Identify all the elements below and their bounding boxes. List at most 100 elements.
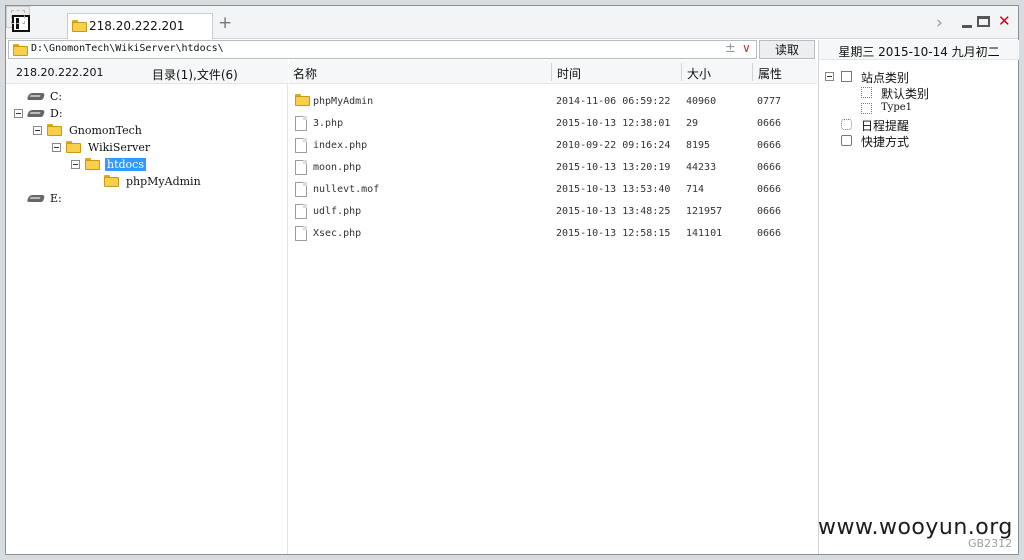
file-row[interactable]: phpMyAdmin 2014-11-06 06:59:22 40960 077… (289, 90, 817, 112)
file-row[interactable]: 3.php 2015-10-13 12:38:01 29 0666 (289, 112, 817, 134)
tab-host[interactable]: 218.20.222.201 (67, 13, 213, 39)
clock-icon (841, 119, 852, 130)
column-divider[interactable] (752, 63, 753, 81)
tree-item-label: WikiServer (88, 141, 151, 154)
file-size: 141101 (686, 228, 723, 239)
file-size: 29 (686, 118, 699, 129)
tree-item-label: htdocs (105, 158, 146, 171)
file-size: 714 (686, 184, 705, 195)
schedule-label: 日程提醒 (861, 119, 910, 133)
file-name: udlf.php (313, 206, 362, 217)
folder-icon (72, 20, 87, 32)
file-time: 2015-10-13 13:48:25 (556, 206, 671, 217)
tab-bar: 218.20.222.201 + › ✕ (6, 6, 1018, 39)
file-name: 3.php (313, 118, 344, 129)
file-size: 121957 (686, 206, 723, 217)
file-row[interactable]: Xsec.php 2015-10-13 12:58:15 141101 0666 (289, 222, 817, 244)
folder-icon (47, 124, 62, 136)
tree-item-label: E: (50, 192, 62, 205)
read-button[interactable]: 读取 (759, 40, 815, 59)
file-name: phpMyAdmin (313, 96, 374, 107)
file-icon (295, 204, 307, 219)
file-attr: 0666 (757, 184, 782, 195)
site-panel: 星期三 2015-10-14 九月初二 站点类别 默认类别 Type1 日程提醒… (818, 40, 1019, 554)
path-toggle-icon[interactable]: ± (725, 41, 736, 56)
file-icon (295, 116, 307, 131)
file-row[interactable]: udlf.php 2015-10-13 13:48:25 121957 0666 (289, 200, 817, 222)
site-category-label: 站点类别 (861, 71, 910, 85)
file-attr: 0777 (757, 96, 782, 107)
folder-icon (66, 141, 81, 153)
file-name: Xsec.php (313, 228, 362, 239)
tab-label: 218.20.222.201 (89, 19, 185, 33)
file-time: 2014-11-06 06:59:22 (556, 96, 671, 107)
new-tab-button[interactable]: + (218, 13, 232, 33)
file-icon (295, 226, 307, 241)
collapse-icon[interactable] (71, 160, 80, 169)
type1-label: Type1 (881, 102, 913, 113)
tree-item-label: GnomonTech (69, 124, 142, 137)
file-attr: 0666 (757, 206, 782, 217)
address-bar: ± ∨ 读取 (6, 40, 816, 60)
file-row[interactable]: nullevt.mof 2015-10-13 13:53:40 714 0666 (289, 178, 817, 200)
file-icon (295, 182, 307, 197)
file-attr: 0666 (757, 118, 782, 129)
file-attr: 0666 (757, 162, 782, 173)
tree-item-label: phpMyAdmin (126, 175, 201, 188)
path-input[interactable] (31, 43, 711, 54)
column-time[interactable]: 时间 (557, 65, 581, 82)
file-time: 2015-10-13 13:53:40 (556, 184, 671, 195)
folder-icon (13, 44, 28, 56)
file-time: 2015-10-13 13:20:19 (556, 162, 671, 173)
minimize-icon[interactable] (960, 15, 974, 29)
collapse-icon[interactable] (825, 72, 834, 81)
app-window: 218.20.222.201 + › ✕ ± ∨ 读取 218.20.222.2… (5, 5, 1019, 555)
column-size[interactable]: 大小 (687, 65, 711, 82)
default-category-label: 默认类别 (881, 87, 930, 101)
file-size: 44233 (686, 162, 717, 173)
tree-item-label: D: (50, 107, 63, 120)
tree-header: 218.20.222.201 目录(1),文件(6) (6, 60, 288, 84)
file-row[interactable]: moon.php 2015-10-13 13:20:19 44233 0666 (289, 156, 817, 178)
folder-icon (104, 175, 119, 187)
file-size: 8195 (686, 140, 711, 151)
shortcuts-label: 快捷方式 (861, 135, 910, 149)
path-field: ± ∨ (8, 40, 757, 59)
folder-icon (295, 94, 310, 106)
drive-icon (26, 93, 46, 100)
file-size: 40960 (686, 96, 717, 107)
directory-summary: 目录(1),文件(6) (152, 68, 238, 82)
category-icon (861, 103, 872, 114)
file-row[interactable]: index.php 2010-09-22 09:16:24 8195 0666 (289, 134, 817, 156)
file-name: nullevt.mof (313, 184, 380, 195)
maximize-icon[interactable] (977, 16, 990, 27)
collapse-icon[interactable] (33, 126, 42, 135)
file-name: moon.php (313, 162, 362, 173)
encoding-label: GB2312 (968, 537, 1013, 550)
column-divider[interactable] (551, 63, 552, 81)
file-attr: 0666 (757, 228, 782, 239)
column-divider[interactable] (681, 63, 682, 81)
collapse-icon[interactable] (52, 143, 61, 152)
file-name: index.php (313, 140, 368, 151)
drive-icon (26, 195, 46, 202)
date-display: 星期三 2015-10-14 九月初二 (819, 40, 1019, 60)
file-time: 2010-09-22 09:16:24 (556, 140, 671, 151)
hand-icon (841, 135, 852, 146)
file-icon (295, 138, 307, 153)
chevron-down-icon[interactable]: ∨ (742, 41, 751, 55)
category-icon (841, 71, 852, 82)
collapse-icon[interactable] (14, 109, 23, 118)
tree-item-label: C: (50, 90, 63, 103)
file-time: 2015-10-13 12:38:01 (556, 118, 671, 129)
file-time: 2015-10-13 12:58:15 (556, 228, 671, 239)
drive-icon (26, 110, 46, 117)
file-list-pane: 名称 时间 大小 属性 phpMyAdmin 2014-11-06 06:59:… (289, 60, 817, 554)
host-label: 218.20.222.201 (16, 66, 104, 79)
file-attr: 0666 (757, 140, 782, 151)
column-attr[interactable]: 属性 (758, 65, 782, 82)
close-icon[interactable]: ✕ (998, 12, 1011, 30)
file-list-header: 名称 时间 大小 属性 (289, 60, 817, 84)
column-name[interactable]: 名称 (293, 65, 317, 82)
chevron-right-icon[interactable]: › (936, 13, 943, 33)
